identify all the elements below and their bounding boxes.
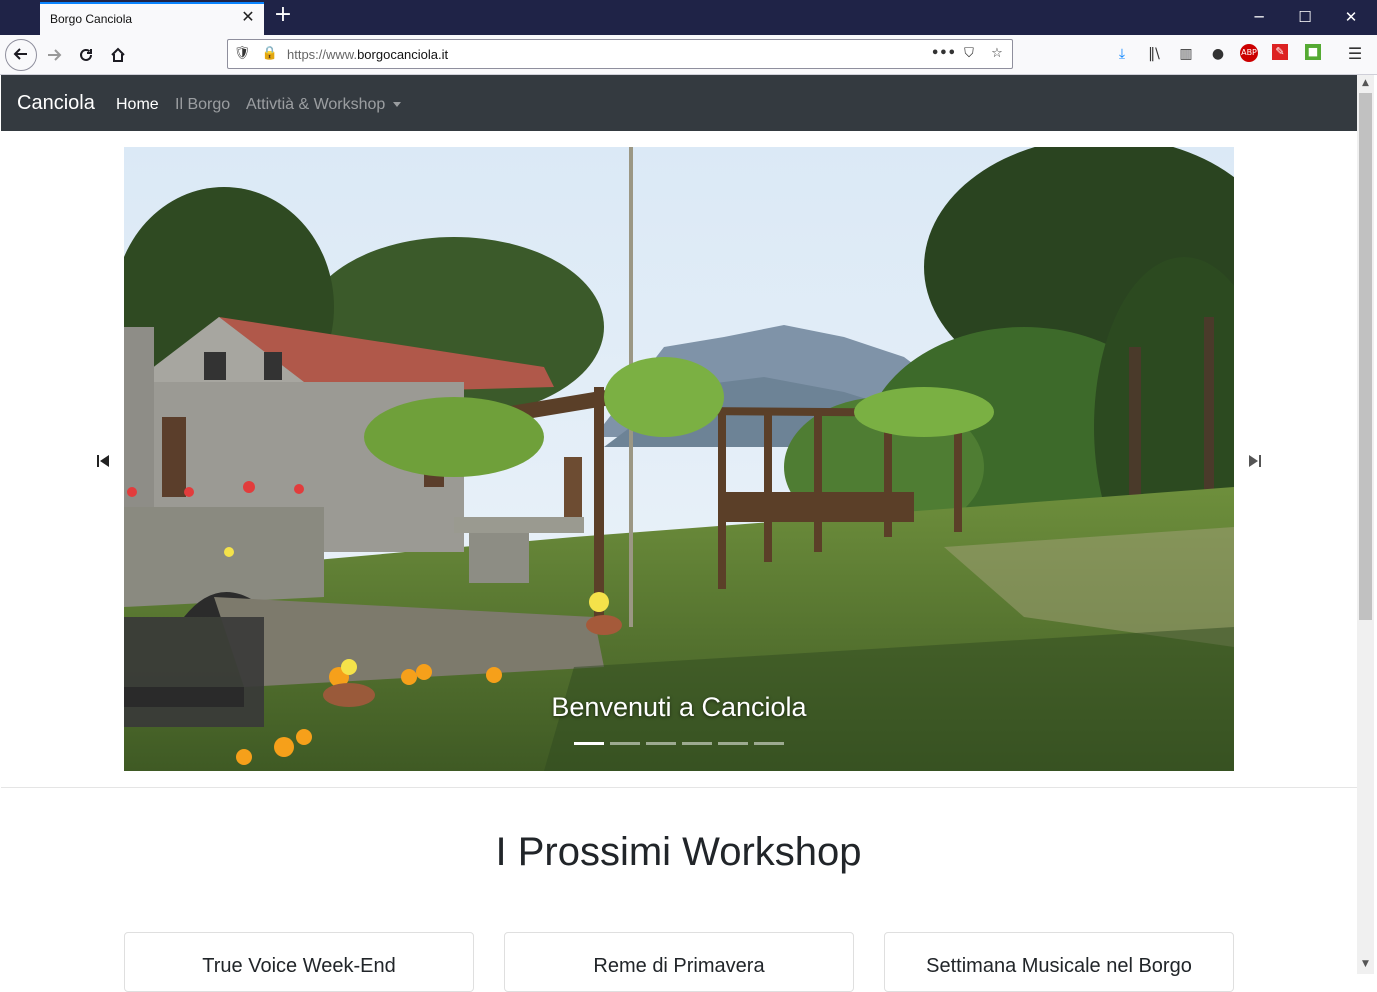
workshop-card-title: Reme di Primavera (593, 955, 765, 977)
close-tab-icon[interactable]: ✕ (238, 7, 258, 27)
chevron-down-icon (393, 102, 402, 108)
sidebar-icon[interactable]: ▥ (1176, 44, 1196, 64)
carousel-indicator[interactable] (718, 742, 748, 745)
section-divider (1, 787, 1357, 788)
browser-tab[interactable]: Borgo Canciola ✕ (40, 2, 264, 35)
site-navbar: Canciola Home Il Borgo Attivtià & Worksh… (1, 75, 1357, 131)
more-actions-icon[interactable]: ••• (931, 45, 956, 63)
maximize-icon[interactable]: ☐ (1282, 0, 1328, 34)
adblock-icon[interactable]: ABP (1240, 44, 1258, 62)
hero-carousel: Benvenuti a Canciola (124, 147, 1234, 771)
scroll-down-icon[interactable]: ▼ (1357, 956, 1374, 972)
reload-icon[interactable] (70, 39, 102, 71)
workshop-card-title: True Voice Week-End (202, 955, 396, 977)
library-icon[interactable]: ‖\ (1144, 44, 1164, 64)
site-brand[interactable]: Canciola (17, 92, 95, 115)
bookmark-star-icon[interactable]: ☆ (988, 45, 1006, 63)
carousel-indicators (574, 742, 784, 745)
minimize-icon[interactable]: ─ (1236, 0, 1282, 34)
url-bar[interactable]: 🛡 🔒 https://www.borgocanciola.it ••• ⛉ ☆ (227, 39, 1013, 69)
carousel-indicator[interactable] (574, 742, 604, 745)
shield-icon[interactable]: 🛡 (233, 45, 251, 63)
close-window-icon[interactable]: ✕ (1328, 0, 1374, 34)
browser-toolbar: 🛡 🔒 https://www.borgocanciola.it ••• ⛉ ☆… (0, 35, 1377, 75)
carousel-indicator[interactable] (610, 742, 640, 745)
carousel-indicator[interactable] (682, 742, 712, 745)
arrow-left-icon[interactable] (5, 39, 37, 71)
scrollbar-thumb[interactable] (1359, 93, 1372, 620)
url-text[interactable]: https://www.borgocanciola.it (287, 47, 448, 62)
download-icon[interactable]: ⤓ (1112, 44, 1132, 64)
skip-next-icon[interactable] (1245, 453, 1265, 473)
tab-title: Borgo Canciola (50, 12, 133, 26)
extension-green-icon[interactable]: ■ (1305, 44, 1321, 60)
carousel-caption: Benvenuti a Canciola (551, 692, 807, 722)
section-title: I Prossimi Workshop (495, 830, 862, 874)
skip-previous-icon[interactable] (93, 453, 113, 473)
menu-icon[interactable]: ☰ (1345, 44, 1365, 64)
workshop-card[interactable]: True Voice Week-End (124, 932, 474, 992)
nav-attivita-dropdown[interactable]: Attivtià & Workshop (246, 96, 402, 114)
nav-attivita-label: Attivtià & Workshop (246, 96, 386, 113)
workshop-card-title: Settimana Musicale nel Borgo (926, 955, 1192, 977)
nav-home[interactable]: Home (116, 96, 159, 114)
account-icon[interactable]: ● (1208, 44, 1228, 64)
home-icon[interactable] (102, 39, 134, 71)
workshop-card[interactable]: Settimana Musicale nel Borgo (884, 932, 1234, 992)
carousel-indicator[interactable] (646, 742, 676, 745)
new-tab-icon[interactable]: + (272, 4, 294, 27)
workshop-card[interactable]: Reme di Primavera (504, 932, 854, 992)
hero-image (124, 147, 1234, 771)
page-scrollbar[interactable]: ▲ ▼ (1357, 75, 1374, 974)
extension-red-icon[interactable]: ✎ (1272, 44, 1288, 60)
scroll-up-icon[interactable]: ▲ (1357, 75, 1374, 91)
lock-icon[interactable]: 🔒 (261, 45, 279, 63)
carousel-indicator[interactable] (754, 742, 784, 745)
pocket-icon[interactable]: ⛉ (960, 45, 978, 63)
arrow-right-icon[interactable] (38, 39, 70, 71)
tab-strip: Borgo Canciola ✕ + ─ ☐ ✕ (0, 0, 1377, 35)
nav-il-borgo[interactable]: Il Borgo (175, 96, 230, 114)
